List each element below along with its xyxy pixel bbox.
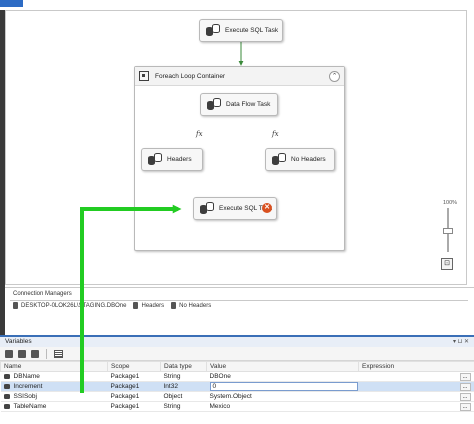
column-header[interactable]: Value [206,361,359,372]
execute-sql-task-bottom[interactable]: Execute SQL Task ✕ [193,197,277,220]
variable-scope: Package1 [107,381,161,392]
connection-manager-item[interactable]: Headers [133,302,164,309]
foreach-loop-icon [139,71,149,81]
variable-type: Object [160,391,207,402]
variable-icon [3,403,10,409]
expression-builder-button[interactable]: ... [459,372,471,381]
execute-sql-task-top[interactable]: Execute SQL Task [199,19,283,42]
connection-managers-title: Connection Managers [13,291,72,297]
variable-name: TableName [13,403,47,410]
variable-type: Int32 [160,381,207,392]
variables-pane: Variables ▾ ⊔ ✕ Name Scope Data type Val… [0,335,474,424]
variables-table: Name Scope Data type Value Expression DB… [0,361,474,412]
add-variable-icon[interactable] [5,349,13,358]
column-header[interactable]: Expression [358,361,474,372]
variable-type: String [160,401,207,412]
pane-controls[interactable]: ▾ ⊔ ✕ [453,337,469,347]
variables-toolbar [0,347,474,361]
variable-name: SSISobj [13,393,38,400]
connection-manager-label: Headers [141,302,165,309]
column-header[interactable]: Data type [160,361,207,372]
expression-builder-button[interactable]: ... [459,392,471,401]
data-flow-task-icon [207,98,221,111]
variable-scope: Package1 [107,371,161,382]
task-label: Headers [167,156,192,163]
delete-variable-icon[interactable] [31,349,39,358]
variables-title-bar: Variables ▾ ⊔ ✕ [0,337,474,347]
grid-options-icon[interactable] [54,349,63,358]
variable-icon [3,373,10,379]
headers-task[interactable]: Headers [141,148,203,171]
variable-icon [3,393,10,399]
variables-title: Variables [5,338,32,345]
variable-name: Increment [13,383,43,390]
database-task-icon [206,24,220,37]
variable-type: String [160,371,207,382]
variable-value[interactable]: Mexico [206,401,359,412]
database-task-icon [272,153,286,166]
table-row-selected[interactable]: Increment Package1 Int32 0 ... [0,381,474,392]
container-label: Foreach Loop Container [155,72,226,80]
zoom-level: 100% [443,200,458,206]
task-label: No Headers [291,156,326,163]
table-header-row: Name Scope Data type Value Expression [0,361,474,372]
variable-scope: Package1 [107,401,161,412]
zoom-to-fit-icon[interactable]: ⊡ [441,258,453,270]
connection-manager-item[interactable]: No Headers [171,302,211,309]
data-flow-task[interactable]: Data Flow Task [200,93,278,116]
database-task-icon [148,153,162,166]
column-header[interactable]: Scope [107,361,161,372]
database-task-icon [200,202,214,215]
variable-scope: Package1 [107,391,161,402]
flat-file-icon [171,302,177,309]
error-icon[interactable]: ✕ [262,203,272,213]
variable-value[interactable]: System.Object [206,391,359,402]
table-row[interactable]: DBName Package1 String DBOne ... [0,371,474,382]
move-variable-icon[interactable] [18,349,26,358]
variable-value-input[interactable]: 0 [209,382,358,391]
expression-fx-left: fx [196,130,203,138]
task-label: Execute SQL Task [225,27,279,34]
column-header[interactable]: Name [0,361,108,372]
connection-manager-label: DESKTOP-0LOK26L\STAGING.DBOne [21,302,127,309]
table-row[interactable]: SSISobj Package1 Object System.Object ..… [0,391,474,402]
connection-manager-list: DESKTOP-0LOK26L\STAGING.DBOne Headers No… [13,302,211,309]
connection-manager-item[interactable]: DESKTOP-0LOK26L\STAGING.DBOne [13,302,126,309]
flat-file-icon [133,302,139,309]
no-headers-task[interactable]: No Headers [265,148,335,171]
task-label: Data Flow Task [226,101,271,108]
top-strip [0,0,474,10]
connection-managers-pane: Connection Managers DESKTOP-0LOK26L\STAG… [5,287,474,335]
collapse-button[interactable]: ⌃ [329,71,340,82]
variable-icon [3,383,10,389]
table-row[interactable]: TableName Package1 String Mexico ... [0,401,474,412]
expression-builder-button[interactable]: ... [459,382,471,391]
document-tab[interactable] [0,0,23,7]
expression-fx-right: fx [272,130,279,138]
zoom-slider-thumb[interactable] [443,228,453,234]
container-header[interactable]: Foreach Loop Container [135,67,344,86]
variable-value[interactable]: DBOne [206,371,359,382]
connection-icon [13,302,18,309]
connection-manager-label: No Headers [179,302,212,309]
expression-builder-button[interactable]: ... [459,402,471,411]
toolbar-separator [46,348,47,359]
divider [10,300,468,301]
variable-name: DBName [13,373,40,380]
